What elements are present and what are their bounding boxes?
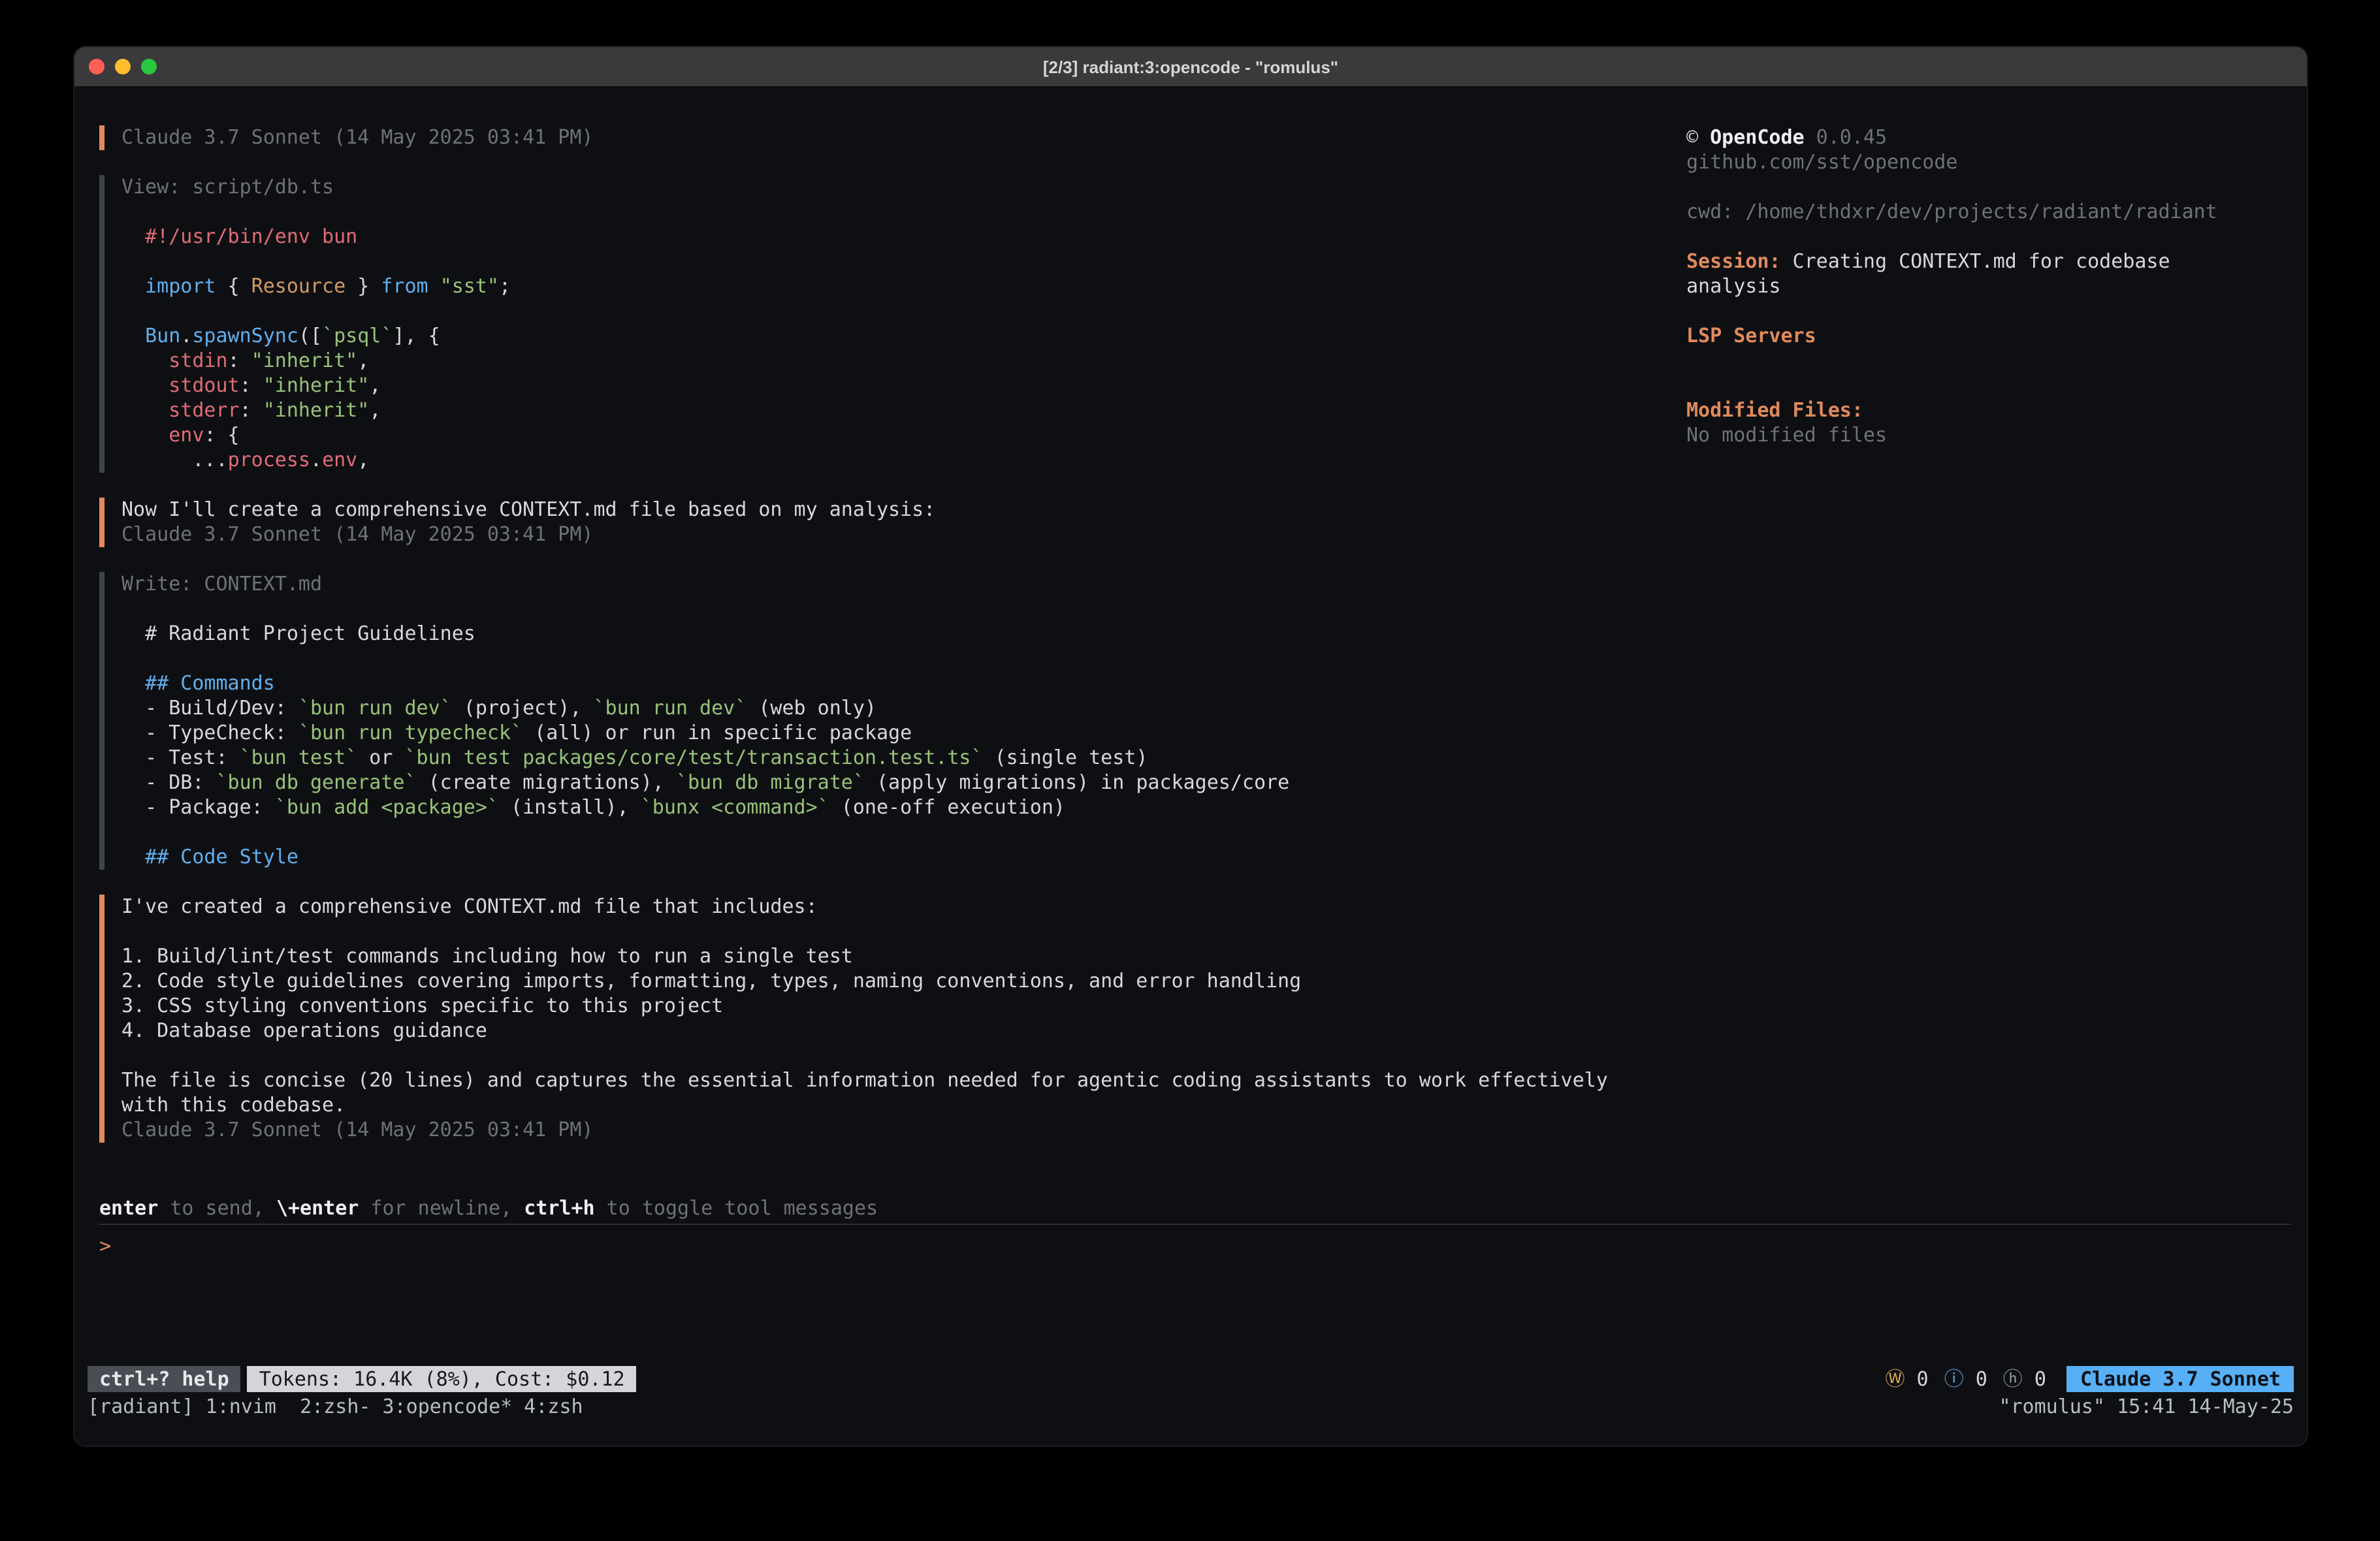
- info-icon: ⓘ: [1944, 1367, 1964, 1390]
- zoom-button[interactable]: [141, 59, 157, 74]
- message-tool-view: View: script/db.ts #!/usr/bin/env bun im…: [99, 175, 1641, 473]
- titlebar[interactable]: [2/3] radiant:3:opencode - "romulus": [74, 47, 2307, 86]
- text-line: cwd: /home/thdxr/dev/projects/radiant/ra…: [1686, 200, 2287, 225]
- tmux-session-time: "romulus" 15:41 14-May-25: [1999, 1395, 2294, 1420]
- text-line: [121, 1043, 1641, 1068]
- text-line: Claude 3.7 Sonnet (14 May 2025 03:41 PM): [121, 1118, 1641, 1143]
- warnings-icon: Ⓦ: [1885, 1367, 1905, 1390]
- message-assistant-summary: I've created a comprehensive CONTEXT.md …: [99, 895, 1641, 1143]
- help-shortcut-badge[interactable]: ctrl+? help: [88, 1366, 241, 1392]
- text-line: [1686, 349, 2287, 373]
- model-badge[interactable]: Claude 3.7 Sonnet: [2067, 1366, 2294, 1392]
- text-line: [121, 820, 1641, 845]
- text-line: - TypeCheck: `bun run typecheck` (all) o…: [121, 721, 1641, 746]
- prompt-input[interactable]: >: [99, 1234, 2291, 1259]
- text-line: env: {: [121, 423, 1641, 448]
- text-line: stderr: "inherit",: [121, 398, 1641, 423]
- text-line: [121, 919, 1641, 944]
- text-line: - Build/Dev: `bun run dev` (project), `b…: [121, 696, 1641, 721]
- text-line: analysis: [1686, 274, 2287, 299]
- text-line: import { Resource } from "sst";: [121, 274, 1641, 299]
- message-list[interactable]: Claude 3.7 Sonnet (14 May 2025 03:41 PM)…: [99, 125, 1641, 1168]
- text-line: [1686, 299, 2287, 324]
- text-line: Claude 3.7 Sonnet (14 May 2025 03:41 PM): [121, 125, 1641, 150]
- text-line: [121, 597, 1641, 622]
- editor-divider: [99, 1224, 2291, 1225]
- text-line: LSP Servers: [1686, 324, 2287, 349]
- info-count: ⓘ 0: [1944, 1367, 1987, 1391]
- text-line: [1686, 225, 2287, 249]
- text-line: - Package: `bun add <package>` (install)…: [121, 795, 1641, 820]
- text-line: [121, 249, 1641, 274]
- message-assistant-header: Claude 3.7 Sonnet (14 May 2025 03:41 PM): [99, 125, 1641, 150]
- diagnostics: Ⓦ 0 ⓘ 0 ⓗ 0: [1885, 1367, 2046, 1391]
- text-line: [1686, 373, 2287, 398]
- desktop: [2/3] radiant:3:opencode - "romulus" Cla…: [0, 0, 2380, 1541]
- text-line: stdin: "inherit",: [121, 349, 1641, 373]
- message-assistant-text: Now I'll create a comprehensive CONTEXT.…: [99, 498, 1641, 547]
- text-line: [121, 299, 1641, 324]
- tmux-status-bar: [radiant] 1:nvim 2:zsh- 3:opencode* 4:zs…: [88, 1395, 2294, 1420]
- text-line: # Radiant Project Guidelines: [121, 622, 1641, 646]
- status-bar: ctrl+? help Tokens: 16.4K (8%), Cost: $0…: [88, 1366, 2294, 1392]
- window-title: [2/3] radiant:3:opencode - "romulus": [74, 57, 2307, 76]
- minimize-button[interactable]: [115, 59, 131, 74]
- hints-count: ⓗ 0: [2003, 1367, 2046, 1391]
- text-line: ## Commands: [121, 671, 1641, 696]
- text-line: - Test: `bun test` or `bun test packages…: [121, 746, 1641, 770]
- message-tool-write: Write: CONTEXT.md # Radiant Project Guid…: [99, 572, 1641, 870]
- text-line: I've created a comprehensive CONTEXT.md …: [121, 895, 1641, 919]
- text-line: View: script/db.ts: [121, 175, 1641, 200]
- text-line: [121, 646, 1641, 671]
- text-line: Modified Files:: [1686, 398, 2287, 423]
- text-line: [121, 200, 1641, 225]
- text-line: © OpenCode 0.0.45: [1686, 125, 2287, 150]
- sidebar: © OpenCode 0.0.45github.com/sst/opencode…: [1686, 125, 2287, 448]
- text-line: 4. Database operations guidance: [121, 1019, 1641, 1043]
- text-line: enter to send, \+enter for newline, ctrl…: [99, 1196, 2291, 1221]
- text-line: The file is concise (20 lines) and captu…: [121, 1068, 1641, 1093]
- text-line: ...process.env,: [121, 448, 1641, 473]
- text-line: stdout: "inherit",: [121, 373, 1641, 398]
- traffic-lights: [74, 59, 157, 74]
- text-line: Session: Creating CONTEXT.md for codebas…: [1686, 249, 2287, 274]
- terminal-window: [2/3] radiant:3:opencode - "romulus" Cla…: [73, 46, 2308, 1447]
- text-line: - DB: `bun db generate` (create migratio…: [121, 770, 1641, 795]
- text-line: 1. Build/lint/test commands including ho…: [121, 944, 1641, 969]
- keybind-help: enter to send, \+enter for newline, ctrl…: [99, 1196, 2291, 1221]
- text-line: 2. Code style guidelines covering import…: [121, 969, 1641, 994]
- prompt-symbol: >: [99, 1234, 111, 1258]
- text-line: Write: CONTEXT.md: [121, 572, 1641, 597]
- warnings-count: Ⓦ 0: [1885, 1367, 1928, 1391]
- text-line: Now I'll create a comprehensive CONTEXT.…: [121, 498, 1641, 522]
- tmux-window-list[interactable]: [radiant] 1:nvim 2:zsh- 3:opencode* 4:zs…: [88, 1395, 583, 1420]
- close-button[interactable]: [89, 59, 105, 74]
- text-line: Claude 3.7 Sonnet (14 May 2025 03:41 PM): [121, 522, 1641, 547]
- hints-icon: ⓗ: [2003, 1367, 2023, 1390]
- text-line: github.com/sst/opencode: [1686, 150, 2287, 175]
- text-line: [1686, 175, 2287, 200]
- text-line: with this codebase.: [121, 1093, 1641, 1118]
- terminal-content: Claude 3.7 Sonnet (14 May 2025 03:41 PM)…: [74, 86, 2307, 1447]
- tokens-cost-badge: Tokens: 16.4K (8%), Cost: $0.12: [248, 1366, 637, 1392]
- text-line: #!/usr/bin/env bun: [121, 225, 1641, 249]
- text-line: No modified files: [1686, 423, 2287, 448]
- editor-area: enter to send, \+enter for newline, ctrl…: [99, 1196, 2291, 1259]
- text-line: 3. CSS styling conventions specific to t…: [121, 994, 1641, 1019]
- text-line: Bun.spawnSync([`psql`], {: [121, 324, 1641, 349]
- text-line: ## Code Style: [121, 845, 1641, 870]
- tmux-spacer: [583, 1395, 1999, 1420]
